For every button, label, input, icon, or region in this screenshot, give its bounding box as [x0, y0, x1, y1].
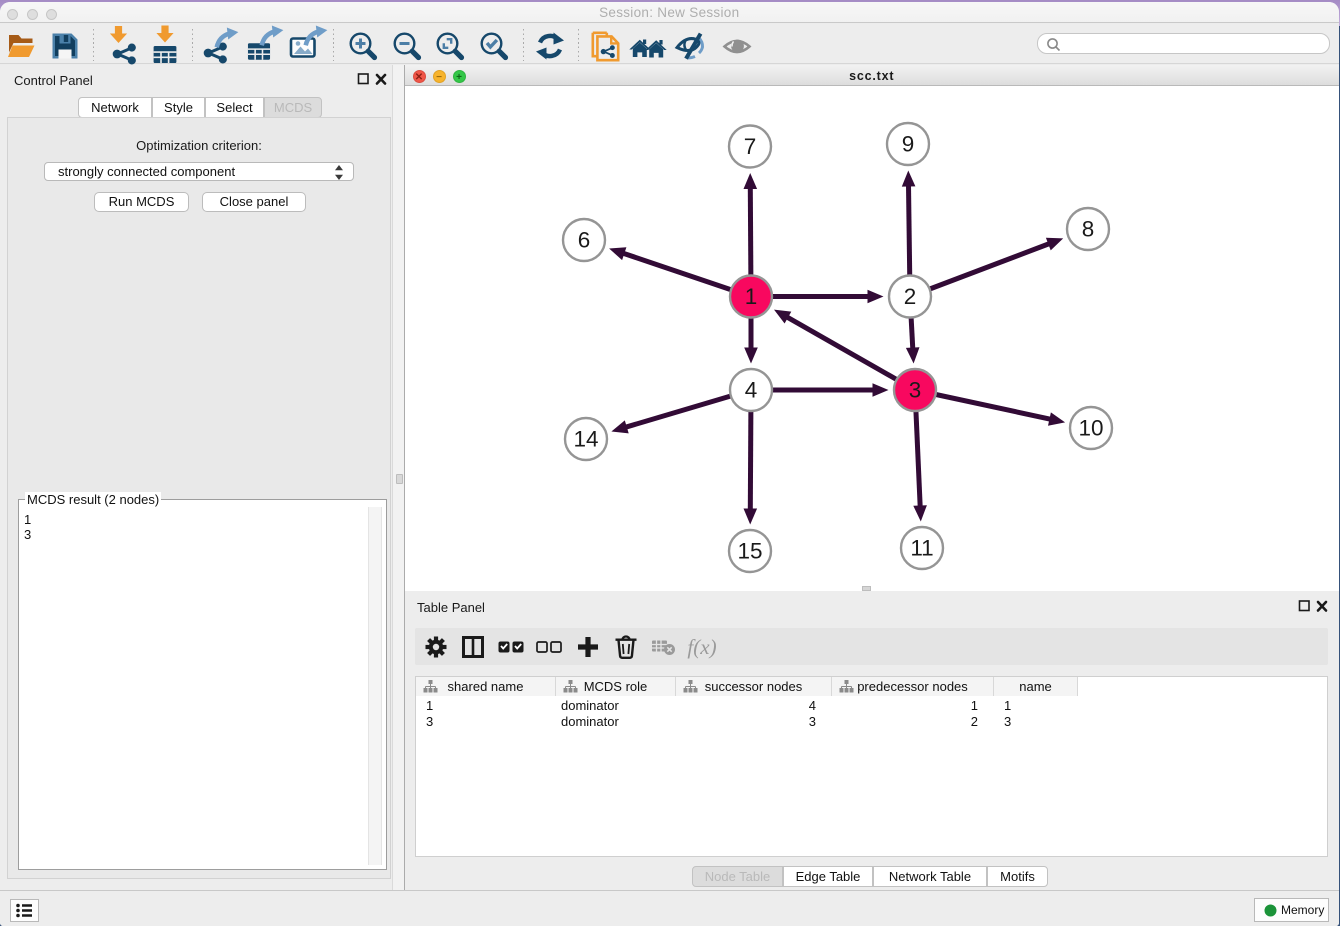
svg-text:4: 4 — [745, 378, 758, 403]
svg-text:14: 14 — [573, 427, 598, 452]
svg-text:6: 6 — [578, 228, 591, 253]
svg-text:7: 7 — [744, 134, 757, 159]
svg-text:f(x): f(x) — [687, 635, 716, 659]
svg-text:1: 1 — [745, 284, 758, 309]
svg-text:3: 3 — [909, 378, 922, 403]
svg-text:9: 9 — [902, 132, 915, 157]
svg-text:2: 2 — [904, 284, 917, 309]
svg-text:8: 8 — [1082, 217, 1095, 242]
svg-text:15: 15 — [737, 539, 762, 564]
svg-text:11: 11 — [910, 536, 933, 561]
svg-text:10: 10 — [1078, 416, 1103, 441]
